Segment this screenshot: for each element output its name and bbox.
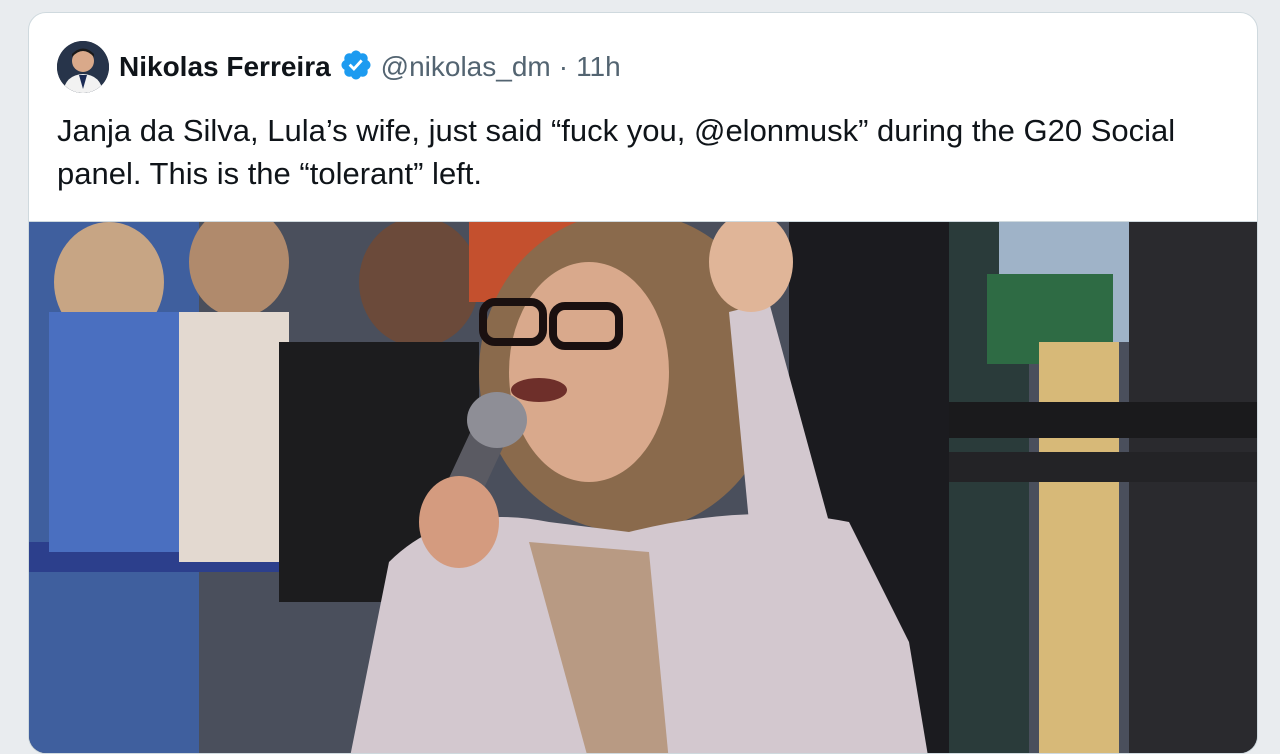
tweet-timestamp[interactable]: 11h [576,51,621,83]
tweet-video-media[interactable] [29,221,1257,753]
tweet-text: Janja da Silva, Lula’s wife, just said “… [57,113,1176,191]
tweet-card[interactable]: Nikolas Ferreira @nikolas_dm · 11h Janja… [28,12,1258,754]
separator-dot: · [558,51,569,82]
author-name[interactable]: Nikolas Ferreira [119,51,331,83]
author-handle[interactable]: @nikolas_dm [381,51,551,83]
verified-badge-icon [331,48,381,87]
avatar[interactable] [57,41,109,93]
tweet-header: Nikolas Ferreira @nikolas_dm · 11h [57,39,621,95]
video-frame [29,222,1257,753]
